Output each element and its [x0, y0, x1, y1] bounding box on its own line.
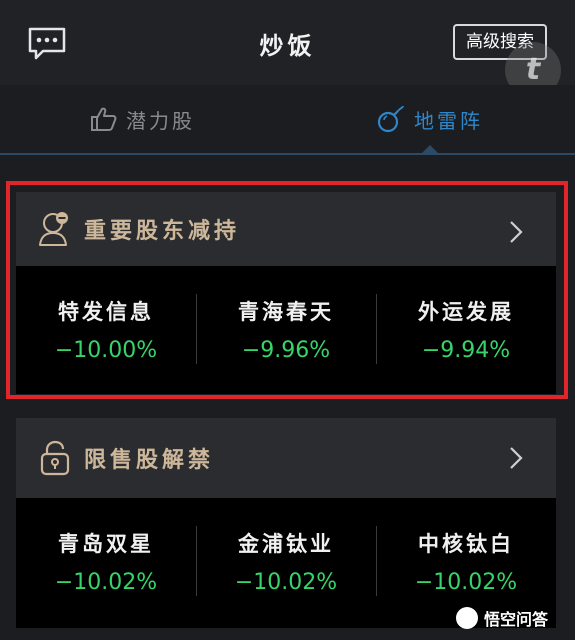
- tab-label: 潜力股: [126, 108, 195, 133]
- section-title: 限售股解禁: [84, 448, 215, 473]
- watermark-icon: [456, 607, 478, 629]
- stock-item[interactable]: 青海春天 −9.96%: [196, 266, 376, 394]
- chevron-right-icon[interactable]: [508, 444, 524, 472]
- stock-name: 青海春天: [238, 300, 334, 324]
- chevron-right-icon[interactable]: [508, 218, 524, 246]
- section-lockup-expiry: 限售股解禁 青岛双星 −10.02% 金浦钛业 −10.02% 中核钛白 −10…: [16, 418, 556, 628]
- stock-change: −9.94%: [421, 338, 511, 363]
- stock-item[interactable]: 金浦钛业 −10.02%: [196, 498, 376, 628]
- stock-name: 外运发展: [418, 300, 514, 324]
- person-minus-icon: [39, 212, 68, 246]
- stock-row: 特发信息 −10.00% 青海春天 −9.96% 外运发展 −9.94%: [16, 266, 556, 394]
- tab-underline: [0, 153, 575, 155]
- stock-change: −10.02%: [414, 570, 518, 595]
- stock-change: −10.02%: [54, 570, 158, 595]
- section-title: 重要股东减持: [84, 219, 241, 244]
- column-divider: [376, 294, 377, 364]
- stock-change: −9.96%: [241, 338, 331, 363]
- stock-change: −10.02%: [234, 570, 338, 595]
- app-screen: 炒饭 高级搜索 t 潜力股 地雷阵 重要股东减持 特发信息 −10.00% 青海…: [0, 0, 575, 640]
- tab-potential-stocks[interactable]: 潜力股: [90, 85, 195, 153]
- stock-change: −10.00%: [54, 338, 158, 363]
- section-header[interactable]: 限售股解禁: [16, 418, 556, 498]
- stock-item[interactable]: 青岛双星 −10.02%: [16, 498, 196, 628]
- tab-minefield[interactable]: 地雷阵: [376, 85, 483, 153]
- stock-name: 金浦钛业: [238, 532, 334, 556]
- stock-item[interactable]: 外运发展 −9.94%: [376, 266, 556, 394]
- section-header[interactable]: 重要股东减持: [16, 192, 556, 266]
- top-bar: 炒饭 高级搜索 t: [0, 0, 575, 98]
- stock-name: 青岛双星: [58, 532, 154, 556]
- stock-name: 特发信息: [58, 300, 154, 324]
- active-tab-caret: [421, 145, 439, 154]
- column-divider: [196, 294, 197, 364]
- section-shareholder-reduction: 重要股东减持 特发信息 −10.00% 青海春天 −9.96% 外运发展 −9.…: [16, 192, 556, 394]
- watermark: 悟空问答: [456, 606, 548, 630]
- stock-name: 中核钛白: [418, 532, 514, 556]
- bomb-icon: [377, 105, 404, 133]
- unlock-icon: [40, 440, 70, 476]
- watermark-text: 悟空问答: [484, 610, 549, 629]
- tab-bar: 潜力股 地雷阵: [0, 85, 575, 155]
- stock-item[interactable]: 特发信息 −10.00%: [16, 266, 196, 394]
- thumbs-up-icon: [91, 107, 117, 131]
- column-divider: [196, 526, 197, 596]
- tab-label: 地雷阵: [414, 108, 483, 133]
- column-divider: [376, 526, 377, 596]
